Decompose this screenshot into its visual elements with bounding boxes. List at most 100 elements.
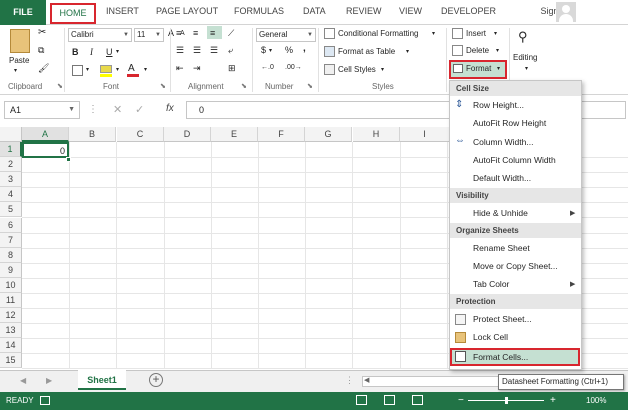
tab-data[interactable]: DATA (303, 6, 326, 16)
zoom-out-icon[interactable]: − (458, 395, 464, 406)
row-header[interactable]: 7 (0, 232, 22, 248)
chevron-down-icon[interactable]: ▾ (406, 48, 409, 55)
binoculars-icon[interactable]: ⚲ (518, 29, 528, 45)
format-as-table-button[interactable]: Format as Table (338, 47, 395, 56)
decrease-indent-icon[interactable]: ⇤ (176, 63, 184, 74)
chevron-down-icon[interactable]: ▾ (432, 30, 435, 37)
column-header[interactable]: A (22, 127, 69, 142)
menu-item-protect-sheet[interactable]: Protect Sheet... (473, 314, 532, 324)
row-header[interactable]: 6 (0, 217, 22, 233)
paste-dropdown-icon[interactable]: ▾ (14, 67, 17, 74)
tab-review[interactable]: REVIEW (346, 6, 382, 16)
row-header[interactable]: 10 (0, 277, 22, 293)
row-header[interactable]: 11 (0, 293, 22, 308)
fill-handle[interactable] (66, 157, 71, 162)
accounting-format-button[interactable]: $ (261, 45, 266, 55)
conditional-formatting-button[interactable]: Conditional Formatting (338, 29, 418, 38)
percent-button[interactable]: % (285, 45, 293, 55)
borders-icon[interactable] (72, 65, 83, 76)
insert-function-button[interactable]: fx (166, 103, 174, 114)
select-all-corner[interactable] (0, 127, 22, 142)
format-painter-icon[interactable]: 🖌 (38, 63, 49, 74)
next-sheet-icon[interactable]: ▶ (46, 376, 52, 385)
tab-view[interactable]: VIEW (399, 6, 422, 16)
column-header[interactable]: E (211, 127, 258, 142)
row-header[interactable]: 9 (0, 262, 22, 278)
chevron-down-icon[interactable]: ▾ (269, 47, 272, 54)
tab-home[interactable]: HOME (50, 3, 96, 24)
italic-button[interactable]: I (90, 47, 93, 57)
avatar[interactable] (556, 2, 576, 22)
row-header[interactable]: 8 (0, 247, 22, 263)
row-header[interactable]: 13 (0, 323, 22, 339)
scroll-left-icon[interactable]: ◀ (364, 376, 369, 384)
menu-item-hide-unhide[interactable]: Hide & Unhide (473, 208, 528, 218)
chevron-down-icon[interactable]: ▾ (116, 66, 119, 73)
row-header[interactable]: 2 (0, 157, 22, 173)
column-header[interactable]: B (69, 127, 116, 142)
zoom-slider-thumb[interactable] (505, 397, 508, 404)
menu-item-autofit-column-width[interactable]: AutoFit Column Width (473, 155, 556, 165)
tab-formulas[interactable]: FORMULAS (234, 6, 284, 16)
align-right-icon[interactable]: ☰ (210, 45, 218, 56)
column-header[interactable]: G (305, 127, 352, 142)
font-color-button[interactable]: A (128, 63, 135, 74)
normal-view-icon[interactable] (356, 395, 367, 405)
menu-item-tab-color[interactable]: Tab Color (473, 279, 509, 289)
increase-indent-icon[interactable]: ⇥ (193, 63, 201, 74)
menu-item-lock-cell[interactable]: Lock Cell (473, 332, 508, 342)
add-sheet-button[interactable]: + (149, 373, 163, 387)
tab-splitter[interactable]: ⋮ (345, 375, 354, 386)
page-layout-view-icon[interactable] (384, 395, 395, 405)
menu-item-column-width[interactable]: Column Width... (473, 137, 533, 147)
chevron-down-icon[interactable]: ▾ (381, 66, 384, 73)
menu-item-default-width[interactable]: Default Width... (473, 173, 531, 183)
orientation-icon[interactable]: ⟋ (228, 28, 234, 39)
comma-button[interactable]: , (303, 43, 306, 54)
number-launcher-icon[interactable]: ⬊ (307, 82, 313, 90)
bold-button[interactable]: B (72, 47, 79, 57)
name-box[interactable]: A1 ▼ (4, 101, 80, 119)
column-header[interactable]: H (353, 127, 400, 142)
column-header[interactable]: D (164, 127, 211, 142)
zoom-level[interactable]: 100% (586, 396, 606, 405)
increase-decimal-icon[interactable]: ←.0 (261, 64, 274, 71)
tab-insert[interactable]: INSERT (106, 6, 139, 16)
row-header[interactable]: 5 (0, 202, 22, 218)
paste-button[interactable]: Paste (9, 56, 29, 65)
menu-item-row-height[interactable]: Row Height... (473, 100, 524, 110)
grow-font-button[interactable]: A (168, 28, 174, 38)
chevron-down-icon[interactable]: ▾ (525, 65, 528, 72)
decrease-decimal-icon[interactable]: .00→ (285, 64, 302, 71)
macro-record-icon[interactable] (40, 396, 50, 405)
number-format-combo[interactable]: General ▼ (256, 28, 316, 42)
cancel-icon[interactable]: ✕ (113, 103, 122, 116)
wrap-text-icon[interactable]: ⤶ (228, 45, 233, 56)
row-header[interactable]: 14 (0, 338, 22, 354)
column-header[interactable]: C (117, 127, 164, 142)
delete-button[interactable]: Delete (466, 46, 489, 55)
editing-button[interactable]: Editing (513, 53, 537, 62)
menu-item-rename-sheet[interactable]: Rename Sheet (473, 243, 530, 253)
align-center-icon[interactable]: ☰ (193, 45, 201, 56)
chevron-down-icon[interactable]: ▾ (496, 47, 499, 54)
top-align-icon[interactable]: ≡ (176, 28, 181, 38)
cut-icon[interactable]: ✂ (38, 27, 46, 38)
row-header[interactable]: 3 (0, 172, 22, 188)
row-header[interactable]: 1 (0, 142, 22, 157)
copy-icon[interactable]: ⧉ (38, 45, 44, 56)
cell-a1[interactable]: 0 (22, 142, 69, 158)
cell-styles-button[interactable]: Cell Styles (338, 65, 376, 74)
underline-button[interactable]: U (106, 47, 113, 57)
menu-item-autofit-row-height[interactable]: AutoFit Row Height (473, 118, 546, 128)
alignment-launcher-icon[interactable]: ⬊ (241, 82, 247, 90)
chevron-down-icon[interactable]: ▾ (494, 30, 497, 37)
horizontal-scrollbar[interactable] (362, 376, 502, 387)
sheet-tab-sheet1[interactable]: Sheet1 (78, 370, 126, 390)
align-left-icon[interactable]: ☰ (176, 45, 184, 56)
page-break-view-icon[interactable] (412, 395, 423, 405)
chevron-down-icon[interactable]: ▾ (86, 66, 89, 73)
row-header[interactable]: 12 (0, 308, 22, 324)
enter-icon[interactable]: ✓ (135, 103, 144, 116)
font-launcher-icon[interactable]: ⬊ (160, 82, 166, 90)
